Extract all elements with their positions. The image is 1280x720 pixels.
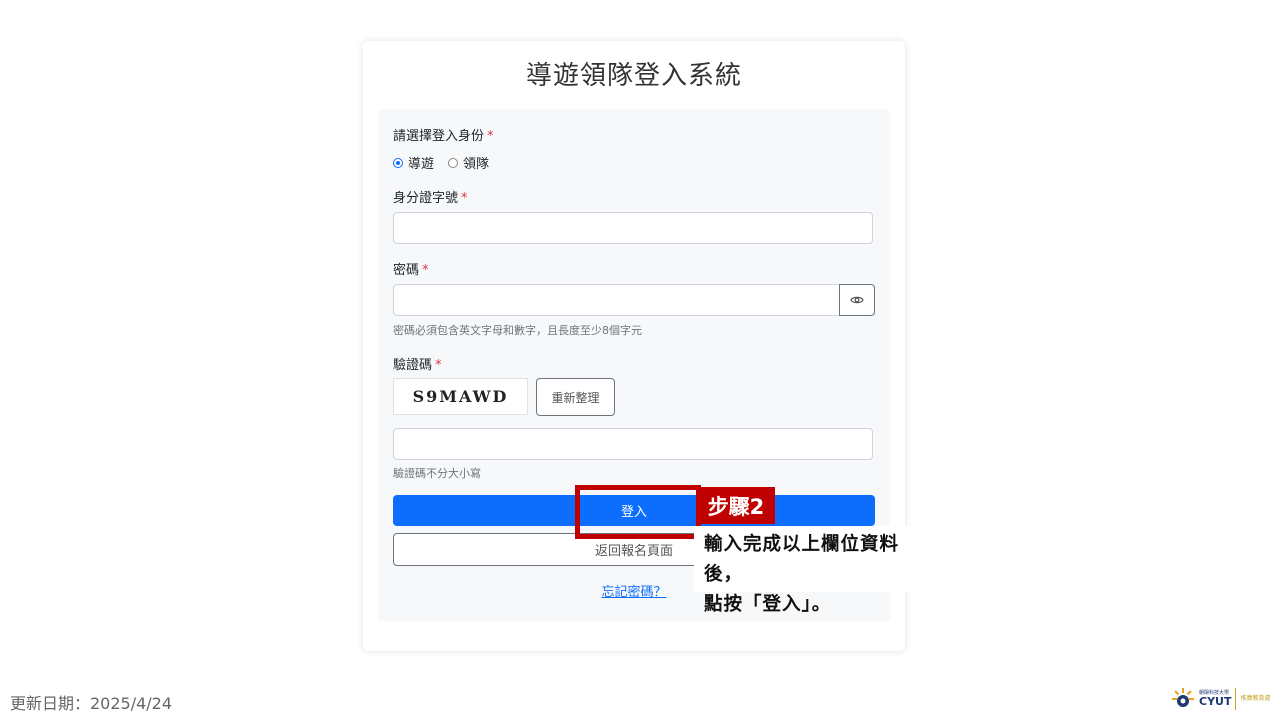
role-label-text: 請選擇登入身份 xyxy=(393,129,485,144)
logo-acronym: CYUT xyxy=(1199,695,1232,708)
radio-selected-icon[interactable] xyxy=(393,157,403,168)
toggle-password-button[interactable] xyxy=(839,284,875,316)
logo-divider xyxy=(1235,688,1237,710)
captcha-hint: 驗證碼不分大小寫 xyxy=(393,467,481,480)
required-mark: * xyxy=(435,358,442,373)
required-mark: * xyxy=(487,129,494,144)
page-title: 導遊領隊登入系統 xyxy=(525,61,742,91)
logo-text: 朝陽科技大學 CYUT xyxy=(1199,691,1232,708)
update-date: 更新日期：2025/4/24 xyxy=(10,694,173,713)
instruction-line-1: 輸入完成以上欄位資料後， xyxy=(704,534,900,585)
role-label: 請選擇登入身份 * xyxy=(393,125,494,144)
password-input[interactable] xyxy=(393,284,840,316)
instruction-line-2: 點按「登入」。 xyxy=(704,594,832,615)
logo-department: 推廣教育處 xyxy=(1240,695,1271,703)
captcha-label-text: 驗證碼 xyxy=(393,358,433,373)
password-label-text: 密碼 xyxy=(393,263,420,278)
eye-icon xyxy=(850,296,864,304)
sun-gear-icon xyxy=(1172,688,1194,707)
id-number-label: 身分證字號 * xyxy=(393,187,468,206)
id-number-input[interactable] xyxy=(393,212,873,244)
role-radio-guide[interactable]: 導遊 xyxy=(393,153,434,172)
required-mark: * xyxy=(461,191,468,206)
password-hint: 密碼必須包含英文字母和數字，且長度至少8個字元 xyxy=(393,324,642,337)
step-badge: 步驟2 xyxy=(697,487,775,524)
role-radio-leader[interactable]: 領隊 xyxy=(448,153,489,172)
required-mark: * xyxy=(422,263,429,278)
instruction-callout: 輸入完成以上欄位資料後， 點按「登入」。 xyxy=(694,526,910,615)
role-radio-guide-label: 導遊 xyxy=(408,157,435,172)
refresh-captcha-button[interactable]: 重新整理 xyxy=(536,378,615,416)
radio-unselected-icon[interactable] xyxy=(448,157,459,168)
captcha-image: S9MAWD xyxy=(393,378,528,415)
role-radio-group: 導遊 領隊 xyxy=(393,153,503,172)
login-highlight-box xyxy=(575,485,701,539)
captcha-input[interactable] xyxy=(393,428,873,460)
cyut-logo: 朝陽科技大學 CYUT 推廣教育處 xyxy=(1170,684,1272,714)
password-label: 密碼 * xyxy=(393,259,429,278)
captcha-label: 驗證碼 * xyxy=(393,354,442,373)
id-number-label-text: 身分證字號 xyxy=(393,191,459,206)
role-radio-leader-label: 領隊 xyxy=(463,157,490,172)
